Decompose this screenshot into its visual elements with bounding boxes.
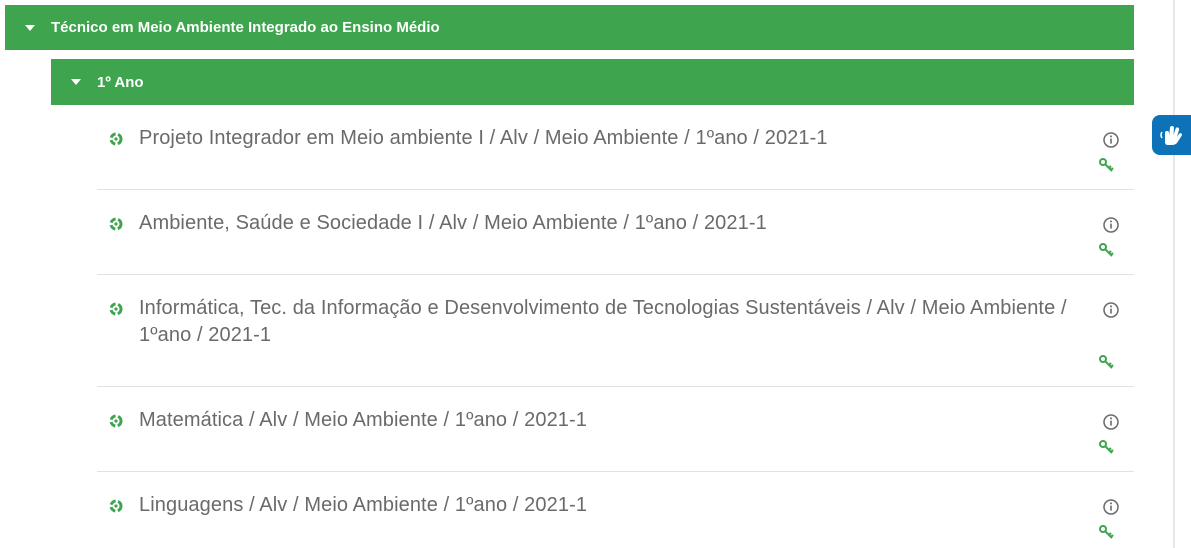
category-header[interactable]: Técnico em Meio Ambiente Integrado ao En… <box>5 5 1134 50</box>
vlibras-button[interactable] <box>1152 115 1191 155</box>
key-icon <box>1099 355 1114 369</box>
course-list: Projeto Integrador em Meio ambiente I / … <box>97 105 1134 548</box>
course-bullet-icon <box>109 217 123 231</box>
course-bullet-icon <box>109 302 123 316</box>
subcategory-title: 1º Ano <box>97 73 144 91</box>
vlibras-hand-icon <box>1159 126 1182 145</box>
key-icon <box>1099 158 1114 172</box>
info-icon[interactable] <box>1102 498 1120 516</box>
info-icon[interactable] <box>1102 413 1120 431</box>
info-icon[interactable] <box>1102 216 1120 234</box>
course-item: Matemática / Alv / Meio Ambiente / 1ºano… <box>97 387 1134 472</box>
course-item: Linguagens / Alv / Meio Ambiente / 1ºano… <box>97 472 1134 548</box>
course-link[interactable]: Projeto Integrador em Meio ambiente I / … <box>139 125 1074 152</box>
info-icon[interactable] <box>1102 301 1120 319</box>
course-link[interactable]: Informática, Tec. da Informação e Desenv… <box>139 295 1074 349</box>
course-bullet-icon <box>109 132 123 146</box>
course-link[interactable]: Matemática / Alv / Meio Ambiente / 1ºano… <box>139 407 1074 434</box>
page: Técnico em Meio Ambiente Integrado ao En… <box>0 0 1191 548</box>
category-title: Técnico em Meio Ambiente Integrado ao En… <box>51 19 440 36</box>
course-link[interactable]: Linguagens / Alv / Meio Ambiente / 1ºano… <box>139 492 1074 519</box>
course-bullet-icon <box>109 414 123 428</box>
caret-down-icon <box>25 24 35 31</box>
course-item: Informática, Tec. da Informação e Desenv… <box>97 275 1134 387</box>
course-link[interactable]: Ambiente, Saúde e Sociedade I / Alv / Me… <box>139 210 1074 237</box>
page-scrollbar[interactable] <box>1173 0 1175 548</box>
info-icon[interactable] <box>1102 131 1120 149</box>
course-bullet-icon <box>109 499 123 513</box>
key-icon <box>1099 243 1114 257</box>
caret-down-icon <box>71 79 81 85</box>
subcategory-header[interactable]: 1º Ano <box>51 59 1134 105</box>
key-icon <box>1099 525 1114 539</box>
key-icon <box>1099 440 1114 454</box>
course-item: Ambiente, Saúde e Sociedade I / Alv / Me… <box>97 190 1134 275</box>
course-item: Projeto Integrador em Meio ambiente I / … <box>97 105 1134 190</box>
